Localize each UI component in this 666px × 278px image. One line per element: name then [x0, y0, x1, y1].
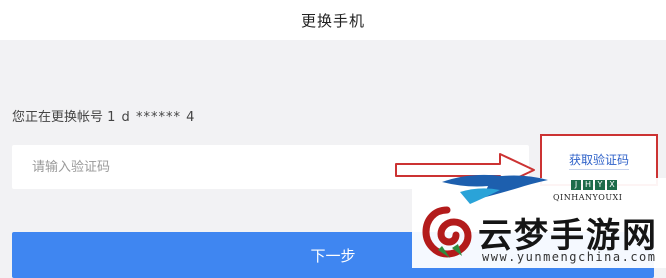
watermark-url: www.yunmengchina.com [482, 250, 657, 264]
get-code-label: 获取验证码 [568, 151, 629, 170]
page-title: 更换手机 [300, 11, 365, 30]
badge-letter: X [607, 180, 617, 190]
watermark-pinyin: QINHANYOUXI [553, 193, 623, 202]
badge-letter: Y [595, 180, 605, 190]
badge-letter: H [583, 180, 593, 190]
watermark-bird-icon [442, 174, 548, 204]
watermark-badge: J H Y X [571, 180, 617, 190]
account-prefix: 您正在更换帐号 [12, 110, 104, 125]
masked-account-number: 1 d ****** 4 [107, 110, 196, 125]
badge-letter: J [571, 180, 581, 190]
watermark-logo-icon [422, 206, 472, 258]
next-step-label: 下一步 [310, 246, 356, 265]
top-bar: 更换手机 [0, 0, 666, 40]
account-info: 您正在更换帐号 1 d ****** 4 [12, 106, 195, 125]
